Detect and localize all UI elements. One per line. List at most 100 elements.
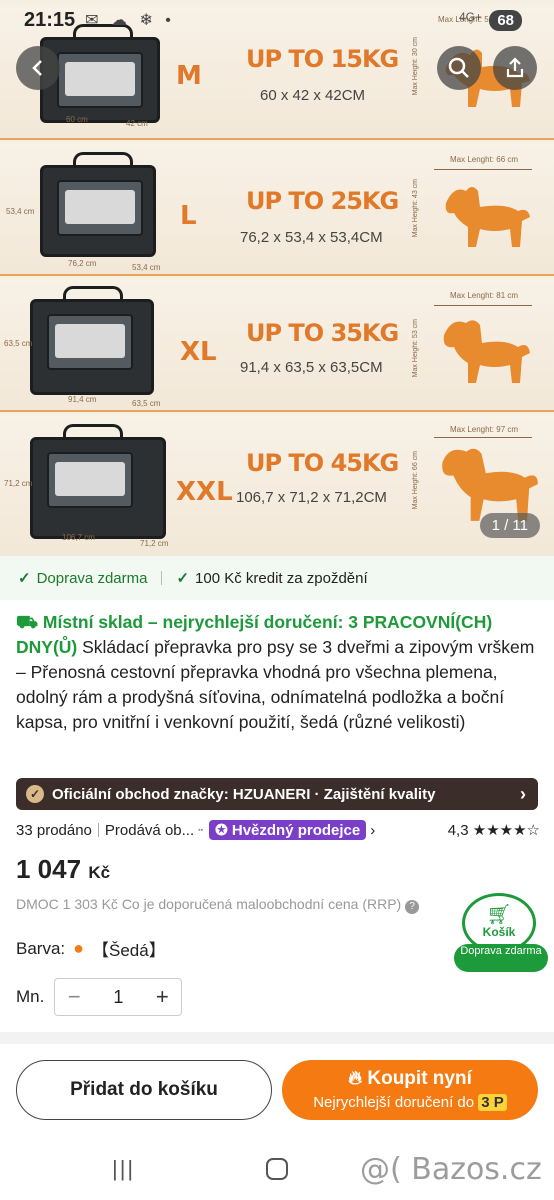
max-length-label: Max Lenght: 81 cm: [450, 291, 519, 300]
product-title-text: Skládací přepravka pro psy se 3 dveřmi a…: [16, 637, 535, 732]
sold-count: 33 prodáno: [16, 821, 92, 839]
weight-label: UP TO 15KG: [246, 45, 399, 73]
crate-width-label: 91,4 cm: [68, 395, 97, 404]
cart-icon: 🛒︎: [486, 904, 512, 926]
quantity-value[interactable]: 1: [113, 987, 123, 1008]
quantity-row: Mn. − 1 +: [16, 978, 183, 1016]
price: 1 047 Kč: [16, 854, 110, 885]
section-divider: [0, 1032, 554, 1044]
search-button[interactable]: [437, 46, 481, 90]
home-icon[interactable]: [266, 1158, 288, 1180]
quantity-label: Mn.: [16, 987, 45, 1006]
crate-depth-label: 42 cm: [126, 119, 148, 128]
size-label: XL: [180, 337, 217, 367]
star-seller-badge[interactable]: ✪ Hvězdný prodejce: [209, 820, 367, 840]
share-icon: [506, 57, 524, 78]
notification-icons: ✉ ☁ ❄ •: [85, 12, 175, 29]
quantity-stepper[interactable]: − 1 +: [54, 978, 183, 1016]
battery-indicator: 68: [489, 10, 522, 31]
cart-label: Košík: [482, 925, 516, 939]
buy-now-label: Koupit nyní: [367, 1068, 472, 1089]
star-seller-label: Hvězdný prodejce: [231, 822, 361, 839]
check-icon: ✓: [176, 570, 190, 587]
color-selector[interactable]: Barva: ● 【Šedá】: [16, 936, 166, 961]
max-height-label: Max Height: 66 cm: [412, 451, 419, 510]
size-panel-xl: 91,4 cm 63,5 cm 63,5 cm XL UP TO 35KG 91…: [0, 279, 554, 412]
dog-silhouette-icon: [445, 187, 530, 247]
system-navigation-bar: ||| @( Bazos.cz: [0, 1140, 554, 1200]
product-title: ⛟ Místní sklad – nejrychlejší doručení: …: [16, 610, 540, 735]
rrp-info[interactable]: DMOC 1 303 Kč Co je doporučená maloobcho…: [16, 896, 420, 914]
image-counter: 1 / 11: [479, 513, 540, 538]
status-time: 21:15: [24, 8, 76, 31]
check-icon: ✓: [18, 570, 31, 587]
max-length-label: Max Lenght: 66 cm: [450, 155, 519, 164]
chevron-right-icon: ›: [370, 821, 376, 839]
dog-silhouette-icon: [443, 320, 530, 383]
price-amount: 1 047: [16, 854, 82, 884]
product-page: 60 cm 42 cm M UP TO 15KG 60 x 42 x 42CM …: [0, 0, 554, 1200]
size-panel-l: 76,2 cm 53,4 cm 53,4 cm L UP TO 25KG 76,…: [0, 143, 554, 276]
crate-depth-label: 53,4 cm: [132, 263, 161, 272]
color-label: Barva:: [16, 938, 66, 958]
buy-now-highlight: 3 P: [478, 1094, 507, 1111]
search-icon: [448, 57, 469, 78]
flame-icon: ●: [73, 938, 85, 958]
buy-now-button[interactable]: 🔥︎ Koupit nyní Nejrychlejší doručení do …: [282, 1060, 538, 1120]
max-height-label: Max Height: 43 cm: [412, 179, 419, 238]
size-panel-xxl: 106,7 cm 71,2 cm 71,2 cm XXL UP TO 45KG …: [0, 415, 554, 556]
network-indicator: 4G+: [458, 10, 482, 24]
dimensions-label: 106,7 x 71,2 x 71,2CM: [236, 489, 387, 506]
rating[interactable]: 4,3 ★★★★☆: [448, 821, 540, 839]
crate-image: [30, 424, 166, 539]
crate-width-label: 60 cm: [66, 115, 88, 124]
share-button[interactable]: [493, 46, 537, 90]
seller-logo: ▪▪: [198, 826, 204, 834]
crate-width-label: 106,7 cm: [62, 533, 95, 542]
crate-height-label: 71,2 cm: [4, 479, 33, 488]
back-button[interactable]: [16, 46, 60, 90]
size-label: M: [176, 61, 202, 91]
price-currency: Kč: [88, 863, 111, 882]
status-bar: 21:15 ✉ ☁ ❄ • 4G+ 68: [0, 0, 554, 40]
watermark: @( Bazos.cz: [360, 1152, 542, 1187]
help-icon: ?: [405, 900, 420, 914]
increase-quantity-button[interactable]: +: [143, 984, 181, 1010]
max-length-label: Max Lenght: 97 cm: [450, 425, 519, 434]
verified-badge-icon: ✓: [26, 785, 44, 803]
weight-label: UP TO 45KG: [246, 449, 399, 477]
rrp-label: DMOC 1 303 Kč Co je doporučená maloobcho…: [16, 896, 402, 912]
seller-link[interactable]: Prodává ob...: [105, 822, 194, 839]
dimensions-label: 91,4 x 63,5 x 63,5CM: [240, 359, 383, 376]
crate-depth-label: 63,5 cm: [132, 399, 161, 408]
max-height-label: Max Height: 30 cm: [412, 37, 419, 96]
crate-depth-label: 71,2 cm: [140, 539, 169, 548]
dimensions-label: 60 x 42 x 42CM: [260, 87, 366, 104]
weight-label: UP TO 25KG: [246, 187, 399, 215]
rating-stars-icon: ★★★★☆: [472, 822, 540, 839]
max-height-label: Max Height: 53 cm: [412, 319, 419, 378]
crate-height-label: 53,4 cm: [6, 207, 35, 216]
cart-free-shipping-badge: Doprava zdarma: [454, 944, 548, 972]
decrease-quantity-button[interactable]: −: [55, 984, 93, 1010]
size-label: XXL: [176, 477, 233, 507]
delay-credit-label: 100 Kč kredit za zpoždění: [195, 569, 368, 587]
recent-apps-icon[interactable]: |||: [112, 1156, 135, 1182]
official-store-bar[interactable]: ✓ Oficiální obchod značky: HZUANERI · Za…: [16, 778, 538, 810]
add-to-cart-button[interactable]: Přidat do košíku: [16, 1060, 272, 1120]
official-store-label: Oficiální obchod značky: HZUANERI · Zaji…: [52, 785, 436, 803]
size-label: L: [180, 201, 197, 231]
weight-label: UP TO 35KG: [246, 319, 399, 347]
rating-value: 4,3: [447, 822, 469, 839]
benefits-strip[interactable]: ✓ Doprava zdarma ✓ 100 Kč kredit za zpož…: [0, 556, 554, 600]
chevron-left-icon: [32, 60, 42, 76]
crate-width-label: 76,2 cm: [68, 259, 97, 268]
flame-icon: 🔥︎: [348, 1068, 368, 1089]
buy-now-sublabel: Nejrychlejší doručení do: [313, 1094, 475, 1111]
crate-image: [30, 286, 154, 395]
product-stats-row: 33 prodáno Prodává ob... ▪▪ ✪ Hvězdný pr…: [16, 818, 540, 842]
crate-image: [40, 24, 160, 123]
truck-icon: ⛟: [16, 612, 43, 632]
free-shipping-label: Doprava zdarma: [36, 569, 148, 587]
color-value: 【Šedá】: [92, 941, 166, 960]
